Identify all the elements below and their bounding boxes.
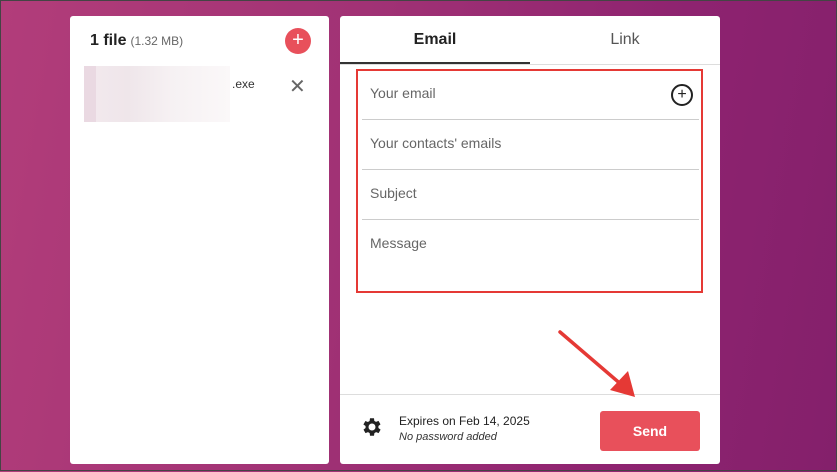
message-input[interactable] [370,235,660,275]
subject-input[interactable] [370,185,660,201]
file-name-blurred [84,66,230,122]
send-button[interactable]: Send [600,411,700,451]
message-field [362,221,699,287]
your-email-input[interactable] [370,85,660,101]
remove-file-icon[interactable]: ✕ [289,77,306,97]
add-file-button[interactable]: + [285,28,311,54]
tab-link[interactable]: Link [530,16,720,64]
email-form: + [356,69,703,293]
tab-bar: Email Link [340,16,720,65]
files-count: 1 file (1.32 MB) [90,32,183,50]
add-email-icon[interactable]: + [671,84,693,106]
transfer-footer: Expires on Feb 14, 2025 No password adde… [340,394,720,465]
contacts-email-input[interactable] [370,135,660,151]
file-extension: .exe [232,77,255,91]
gear-icon[interactable] [360,415,384,439]
your-email-field: + [362,71,699,120]
files-panel: 1 file (1.32 MB) + .exe ✕ [70,16,329,464]
contacts-email-field [362,121,699,170]
expiry-date: Expires on Feb 14, 2025 [399,414,530,428]
files-size: (1.32 MB) [130,34,184,48]
send-panel: Email Link + Expires on Feb 14, 2025 No … [340,16,720,464]
password-status: No password added [399,431,497,443]
subject-field [362,171,699,220]
tab-email[interactable]: Email [340,16,530,64]
file-item: .exe ✕ [84,66,314,122]
files-count-label: 1 file [90,32,127,49]
